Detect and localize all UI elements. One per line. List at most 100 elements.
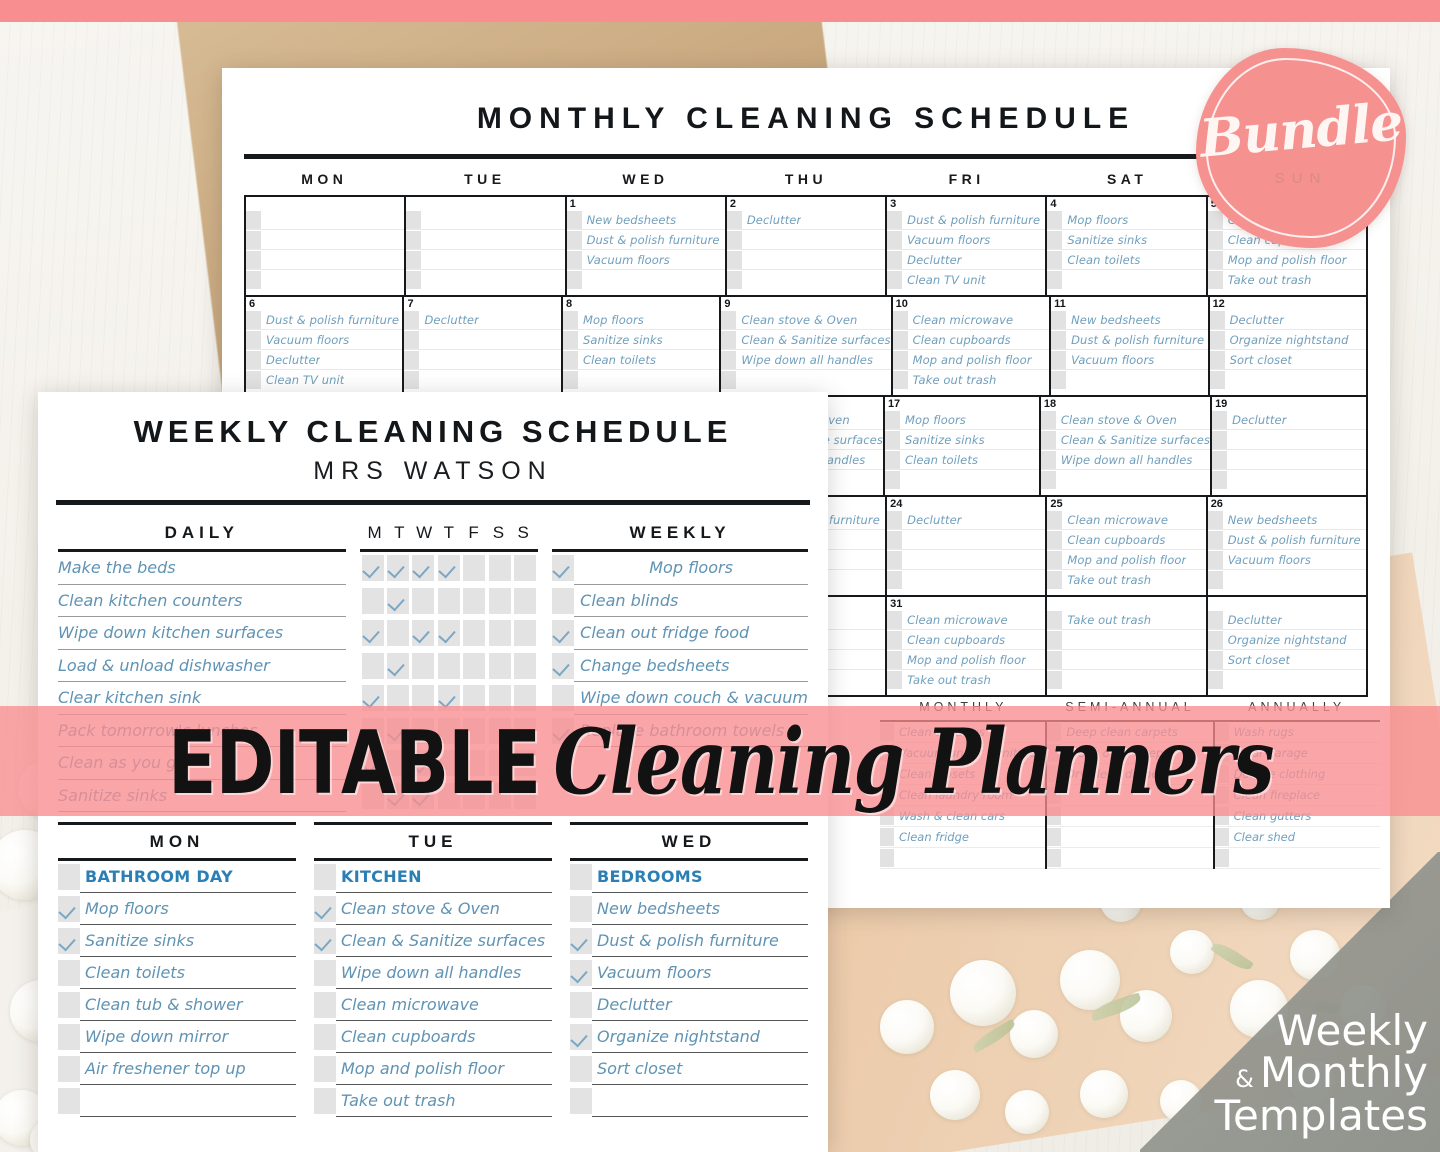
monthly-task-checkbox[interactable] xyxy=(726,210,742,229)
empty-checkbox[interactable] xyxy=(488,620,511,647)
monthly-task-line[interactable] xyxy=(726,270,885,290)
monthly-task-checkbox[interactable] xyxy=(1047,250,1063,269)
monthly-task-checkbox[interactable] xyxy=(884,450,900,469)
monthly-task-checkbox[interactable] xyxy=(721,371,737,389)
monthly-task-line[interactable] xyxy=(1212,450,1366,470)
weekly-day-task-row[interactable]: Declutter xyxy=(570,989,808,1021)
monthly-task-checkbox[interactable] xyxy=(246,310,261,329)
monthly-task-checkbox[interactable] xyxy=(562,330,578,349)
weekly-task-row[interactable]: Change bedsheets xyxy=(552,650,808,682)
checkmark-icon[interactable] xyxy=(570,928,592,954)
monthly-task-line[interactable]: Mop and polish floor xyxy=(887,650,1046,670)
monthly-task-line[interactable]: Sort closet xyxy=(1209,350,1367,370)
monthly-task-checkbox[interactable] xyxy=(1207,510,1223,529)
monthly-task-line[interactable]: Organize nightstand xyxy=(1207,630,1366,650)
monthly-task-checkbox[interactable] xyxy=(1207,671,1223,689)
monthly-task-line[interactable]: Sanitize sinks xyxy=(884,430,1039,450)
empty-checkbox[interactable] xyxy=(58,1056,80,1082)
monthly-task-checkbox[interactable] xyxy=(887,250,903,269)
monthly-task-line[interactable]: Mop floors xyxy=(884,410,1039,430)
monthly-task-line[interactable] xyxy=(566,270,725,290)
monthly-task-checkbox[interactable] xyxy=(562,310,578,329)
weekly-day-task-row[interactable]: Organize nightstand xyxy=(570,1021,808,1053)
empty-checkbox[interactable] xyxy=(552,587,575,614)
monthly-task-line[interactable]: Declutter xyxy=(887,250,1046,270)
monthly-task-checkbox[interactable] xyxy=(1040,430,1056,449)
monthly-day-cell[interactable]: 11 New bedsheets Dust & polish furniture Va… xyxy=(1051,297,1210,395)
checkmark-icon[interactable] xyxy=(387,555,410,582)
empty-checkbox[interactable] xyxy=(314,1056,336,1082)
monthly-task-line[interactable]: Clean microwave xyxy=(1047,510,1206,530)
monthly-task-checkbox[interactable] xyxy=(1040,410,1056,429)
weekly-category-row[interactable]: BATHROOM DAY xyxy=(58,861,296,893)
empty-checkbox[interactable] xyxy=(463,587,486,614)
period-task-line[interactable]: Clear shed xyxy=(1214,827,1380,848)
period-task-checkbox[interactable] xyxy=(1047,849,1062,867)
monthly-day-cell[interactable] xyxy=(406,197,567,295)
empty-checkbox[interactable] xyxy=(314,1024,336,1050)
weekly-day-task-row[interactable]: Clean & Sanitize surfaces xyxy=(314,925,552,957)
empty-checkbox[interactable] xyxy=(58,1088,80,1114)
monthly-task-checkbox[interactable] xyxy=(1207,630,1223,649)
monthly-task-checkbox[interactable] xyxy=(1047,510,1063,529)
monthly-task-checkbox[interactable] xyxy=(721,330,737,349)
monthly-task-line[interactable]: Mop floors xyxy=(1047,210,1206,230)
monthly-task-line[interactable] xyxy=(246,230,405,250)
monthly-day-cell[interactable]: 19 Declutter xyxy=(1212,397,1366,495)
monthly-task-checkbox[interactable] xyxy=(1212,430,1228,449)
monthly-task-checkbox[interactable] xyxy=(1207,271,1223,289)
monthly-task-line[interactable]: Clean cupboards xyxy=(1047,530,1206,550)
weekly-day-task-row[interactable]: Mop floors xyxy=(58,893,296,925)
monthly-task-line[interactable] xyxy=(404,350,561,370)
monthly-task-checkbox[interactable] xyxy=(1209,350,1225,369)
monthly-task-checkbox[interactable] xyxy=(892,350,908,369)
weekly-task-row[interactable]: Clean out fridge food xyxy=(552,617,808,650)
weekly-day-task-row[interactable]: Take out trash xyxy=(314,1085,552,1117)
monthly-task-line[interactable]: Clean cupboards xyxy=(892,330,1050,350)
monthly-task-checkbox[interactable] xyxy=(1047,630,1063,649)
empty-checkbox[interactable] xyxy=(437,652,460,679)
monthly-task-checkbox[interactable] xyxy=(887,630,903,649)
monthly-task-line[interactable]: Dust & polish furniture xyxy=(246,310,403,330)
daily-task-row[interactable]: Make the beds xyxy=(58,552,346,585)
monthly-task-checkbox[interactable] xyxy=(246,350,261,369)
monthly-task-checkbox[interactable] xyxy=(1047,671,1063,689)
monthly-task-line[interactable] xyxy=(406,250,565,270)
period-task-line[interactable] xyxy=(880,848,1046,869)
monthly-task-line[interactable]: Declutter xyxy=(1212,410,1366,430)
checkmark-icon[interactable] xyxy=(437,555,460,582)
monthly-task-line[interactable] xyxy=(1209,370,1366,390)
daily-task-row[interactable]: Clean kitchen counters xyxy=(58,585,346,617)
checkmark-icon[interactable] xyxy=(58,896,80,922)
empty-checkbox[interactable] xyxy=(488,555,511,582)
monthly-task-checkbox[interactable] xyxy=(726,250,742,269)
monthly-task-checkbox[interactable] xyxy=(1047,530,1063,549)
monthly-task-line[interactable]: Clean toilets xyxy=(562,350,720,370)
monthly-task-checkbox[interactable] xyxy=(726,230,742,249)
daily-task-row[interactable]: Load & unload dishwasher xyxy=(58,650,346,682)
monthly-task-checkbox[interactable] xyxy=(721,310,737,329)
monthly-task-checkbox[interactable] xyxy=(246,330,261,349)
monthly-task-checkbox[interactable] xyxy=(406,271,422,289)
monthly-task-checkbox[interactable] xyxy=(1047,230,1063,249)
monthly-task-checkbox[interactable] xyxy=(1047,550,1063,569)
checkmark-icon[interactable] xyxy=(552,652,575,679)
monthly-day-cell[interactable]: 26 New bedsheets Dust & polish furniture Va… xyxy=(1207,497,1366,595)
monthly-task-line[interactable] xyxy=(1047,270,1205,290)
monthly-task-line[interactable] xyxy=(406,210,565,230)
empty-checkbox[interactable] xyxy=(58,864,80,890)
empty-checkbox[interactable] xyxy=(314,1088,336,1114)
monthly-task-checkbox[interactable] xyxy=(1040,450,1056,469)
monthly-task-checkbox[interactable] xyxy=(1207,650,1223,669)
monthly-task-line[interactable]: Clean TV unit xyxy=(246,370,402,390)
empty-checkbox[interactable] xyxy=(488,652,511,679)
empty-checkbox[interactable] xyxy=(412,652,435,679)
monthly-task-line[interactable]: Clean toilets xyxy=(884,450,1039,470)
monthly-day-cell[interactable]: 10 Clean microwave Clean cupboards Mop and … xyxy=(892,297,1052,395)
monthly-task-line[interactable]: Clean microwave xyxy=(892,310,1050,330)
monthly-day-cell[interactable]: 31 Clean microwave Clean cupboards Mop and … xyxy=(887,597,1048,695)
empty-checkbox[interactable] xyxy=(570,1056,592,1082)
monthly-task-line[interactable]: Mop and polish floor xyxy=(1047,550,1206,570)
monthly-task-checkbox[interactable] xyxy=(884,471,900,489)
monthly-task-checkbox[interactable] xyxy=(887,230,903,249)
